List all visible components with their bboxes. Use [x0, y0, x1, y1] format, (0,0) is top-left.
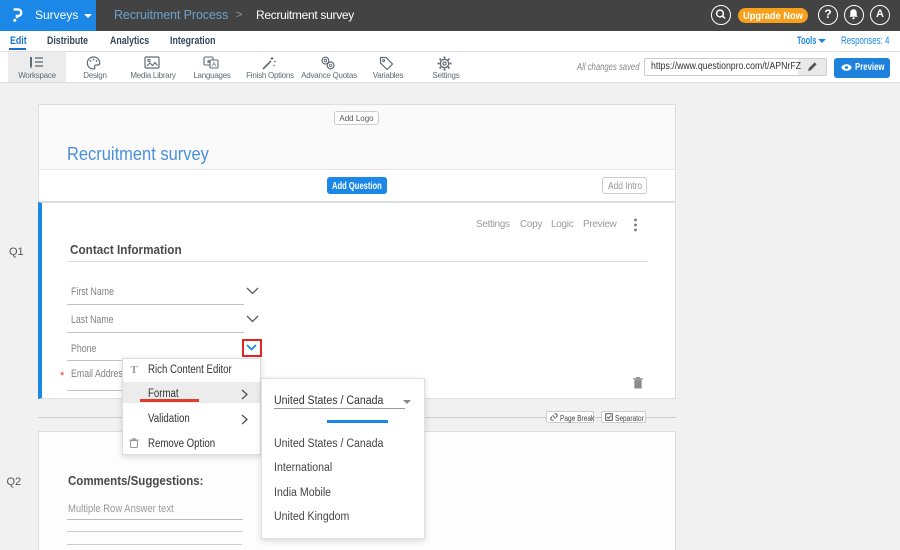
- svg-text:★: ★: [206, 59, 211, 66]
- svg-text:A: A: [212, 62, 217, 69]
